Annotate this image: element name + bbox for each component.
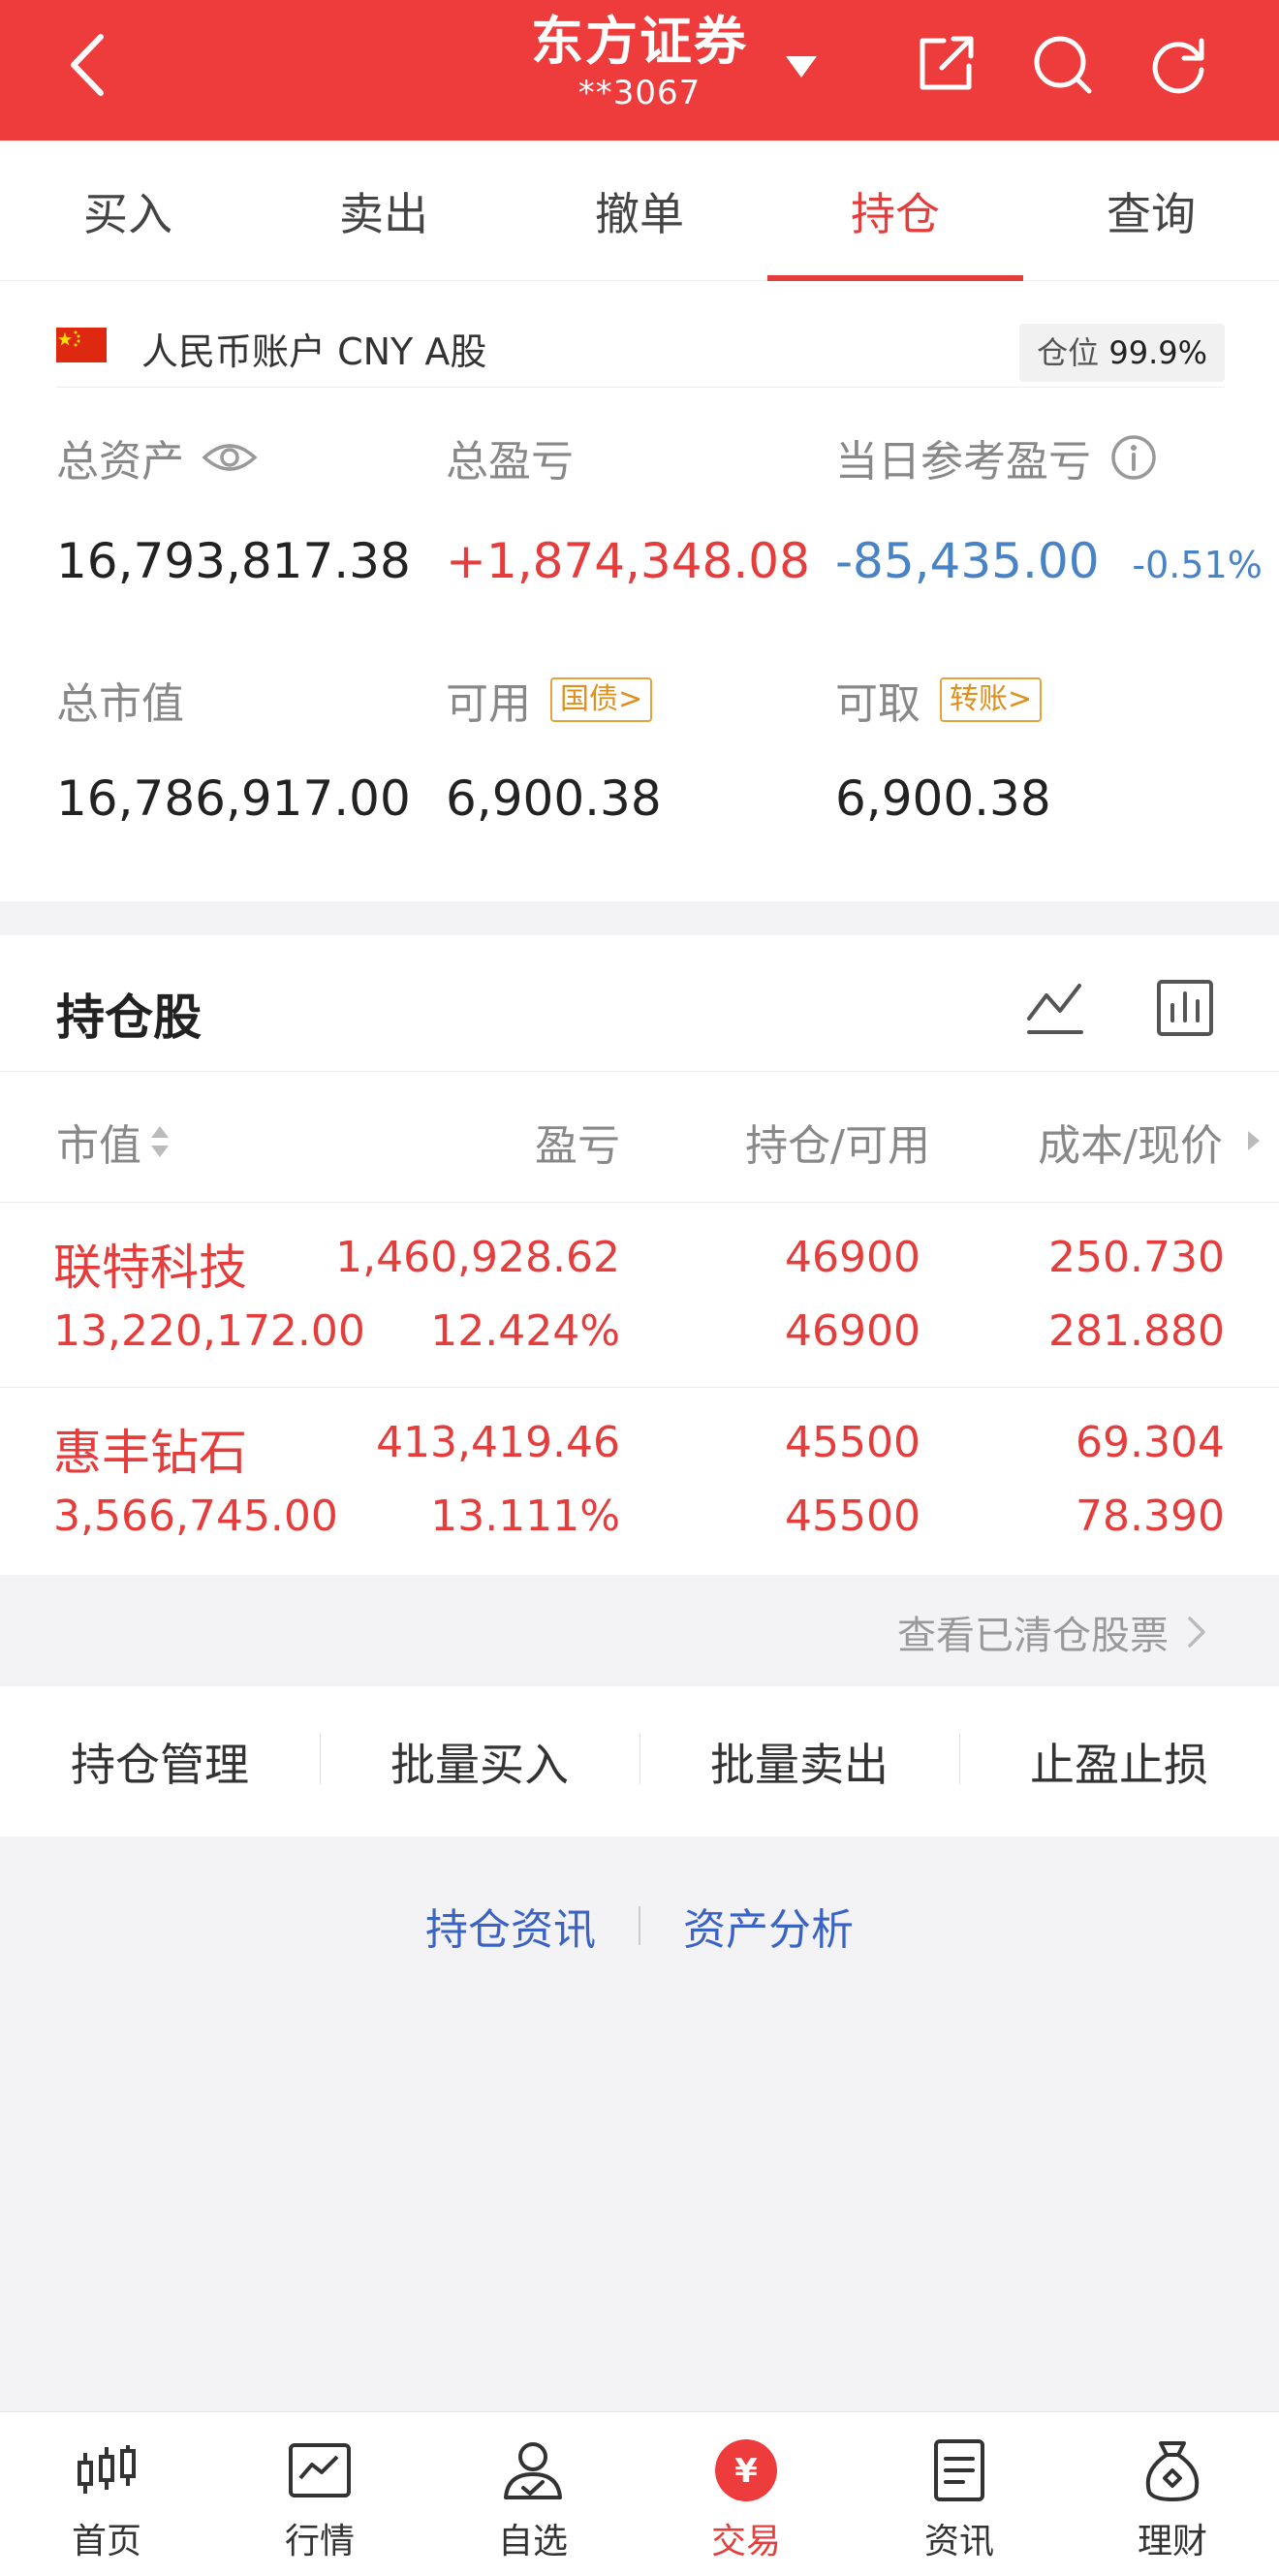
share-icon[interactable] (911, 29, 981, 99)
stock-cost: 69.304 (1076, 1418, 1225, 1467)
asset-analysis-link[interactable]: 资产分析 (683, 1895, 854, 1957)
position-ratio-value: 99.9% (1108, 334, 1207, 371)
search-icon[interactable] (1027, 29, 1097, 99)
batch-sell-button[interactable]: 批量卖出 (640, 1730, 959, 1794)
nav-wealth-label: 理财 (1137, 2522, 1207, 2561)
link-divider (639, 1906, 640, 1945)
tab-sell[interactable]: 卖出 (256, 141, 512, 281)
nav-news[interactable]: 资讯 (853, 2412, 1066, 2576)
eye-icon[interactable] (202, 438, 258, 477)
china-flag-icon (56, 328, 107, 362)
transfer-tag[interactable]: 转账> (940, 677, 1043, 722)
chart-icon (289, 2443, 351, 2497)
tab-query[interactable]: 查询 (1023, 141, 1279, 281)
holdings-title: 持仓股 (56, 990, 202, 1046)
available-label: 可用 国债> (446, 669, 653, 731)
nav-news-label: 资讯 (923, 2522, 994, 2561)
position-ratio-label: 仓位 (1037, 334, 1100, 371)
stock-cost: 250.730 (1048, 1233, 1225, 1282)
nav-trade-label: 交易 (710, 2522, 781, 2561)
available-value: 6,900.38 (446, 770, 662, 827)
info-links: 持仓资讯 资产分析 (0, 1895, 1279, 1957)
withdrawable-label: 可取 转账> (835, 669, 1043, 731)
nav-wealth[interactable]: 理财 (1066, 2412, 1279, 2576)
account-currency-label: 人民币账户 CNY A股 (141, 330, 487, 373)
trend-chart-icon[interactable] (1023, 976, 1087, 1040)
available-label-text: 可用 (446, 679, 531, 729)
money-bag-icon (1145, 2441, 1200, 2501)
stock-price: 78.390 (1076, 1492, 1225, 1541)
total-pnl-label: 总盈亏 (446, 437, 574, 487)
nav-watchlist-label: 自选 (497, 2522, 568, 2561)
holdings-news-link[interactable]: 持仓资讯 (425, 1895, 596, 1957)
stock-price: 281.880 (1048, 1306, 1225, 1356)
refresh-icon[interactable] (1143, 29, 1213, 99)
column-cost-price[interactable]: 成本/现价 (0, 1111, 1223, 1173)
daily-pnl-label: 当日参考盈亏 (835, 426, 1157, 488)
user-check-icon (504, 2442, 562, 2499)
account-currency-row: 人民币账户 CNY A股 仓位 99.9% (56, 310, 1225, 388)
view-cleared-stocks-link[interactable]: 查看已清仓股票 (897, 1604, 1211, 1660)
take-profit-stop-loss-button[interactable]: 止盈止损 (959, 1730, 1279, 1794)
total-pnl-value: +1,874,348.08 (446, 533, 810, 589)
daily-pnl-amount: -85,435.00 (835, 533, 1100, 589)
daily-pnl-percent: -0.51% (1132, 544, 1263, 586)
position-ratio-badge: 仓位 99.9% (1019, 324, 1225, 382)
tab-buy[interactable]: 买入 (0, 141, 256, 281)
document-icon (934, 2439, 984, 2501)
nav-home-label: 首页 (71, 2522, 141, 2561)
withdrawable-label-text: 可取 (835, 679, 920, 729)
total-assets-label: 总资产 (56, 426, 258, 488)
batch-buy-button[interactable]: 批量买入 (320, 1730, 640, 1794)
nav-trade[interactable]: ¥ 交易 (640, 2412, 853, 2576)
nav-watchlist[interactable]: 自选 (426, 2412, 640, 2576)
yuan-coin-icon: ¥ (715, 2439, 777, 2501)
account-summary: 人民币账户 CNY A股 仓位 99.9% 总资产 16,793,817.38 … (0, 281, 1279, 901)
manage-holdings-button[interactable]: 持仓管理 (0, 1730, 320, 1794)
bar-chart-icon[interactable] (1153, 976, 1217, 1040)
app-header: 东方证券 **3067 (0, 0, 1279, 141)
nav-home[interactable]: 首页 (0, 2412, 213, 2576)
holdings-table-header: 市值 盈亏 持仓/可用 成本/现价 (0, 1071, 1279, 1203)
trade-tabs: 买入 卖出 撤单 持仓 查询 (0, 141, 1279, 281)
candlestick-icon (78, 2445, 136, 2494)
withdrawable-value: 6,900.38 (835, 770, 1051, 827)
tab-cancel[interactable]: 撤单 (512, 141, 767, 281)
scroll-right-icon[interactable] (1244, 1128, 1263, 1153)
total-assets-label-text: 总资产 (56, 437, 184, 487)
tab-holdings[interactable]: 持仓 (767, 141, 1023, 281)
svg-text:¥: ¥ (734, 2452, 758, 2491)
chevron-right-icon (1188, 1617, 1205, 1648)
holding-row[interactable]: 联特科技 13,220,172.00 1,460,928.62 12.424% … (0, 1204, 1279, 1388)
view-cleared-stocks-label: 查看已清仓股票 (897, 1614, 1169, 1658)
dropdown-caret-icon[interactable] (780, 47, 823, 85)
nav-market[interactable]: 行情 (213, 2412, 426, 2576)
holdings-actions: 持仓管理 批量买入 批量卖出 止盈止损 (0, 1686, 1279, 1837)
holding-row[interactable]: 惠丰钻石 3,566,745.00 413,419.46 13.111% 455… (0, 1389, 1279, 1573)
holdings-panel: 持仓股 市值 盈亏 持仓/可用 成本/现价 联特科技 13,220,172.00… (0, 935, 1279, 1575)
market-value-label: 总市值 (56, 679, 184, 729)
info-icon[interactable] (1110, 434, 1157, 481)
bottom-nav: 首页 行情 自选 ¥ 交易 资讯 理财 (0, 2411, 1279, 2576)
treasury-bond-tag[interactable]: 国债> (550, 677, 653, 722)
daily-pnl-value: -85,435.00 -0.51% (835, 533, 1263, 589)
total-assets-value: 16,793,817.38 (56, 533, 411, 589)
market-value-value: 16,786,917.00 (56, 770, 411, 827)
nav-market-label: 行情 (284, 2522, 355, 2561)
daily-pnl-label-text: 当日参考盈亏 (835, 437, 1091, 487)
